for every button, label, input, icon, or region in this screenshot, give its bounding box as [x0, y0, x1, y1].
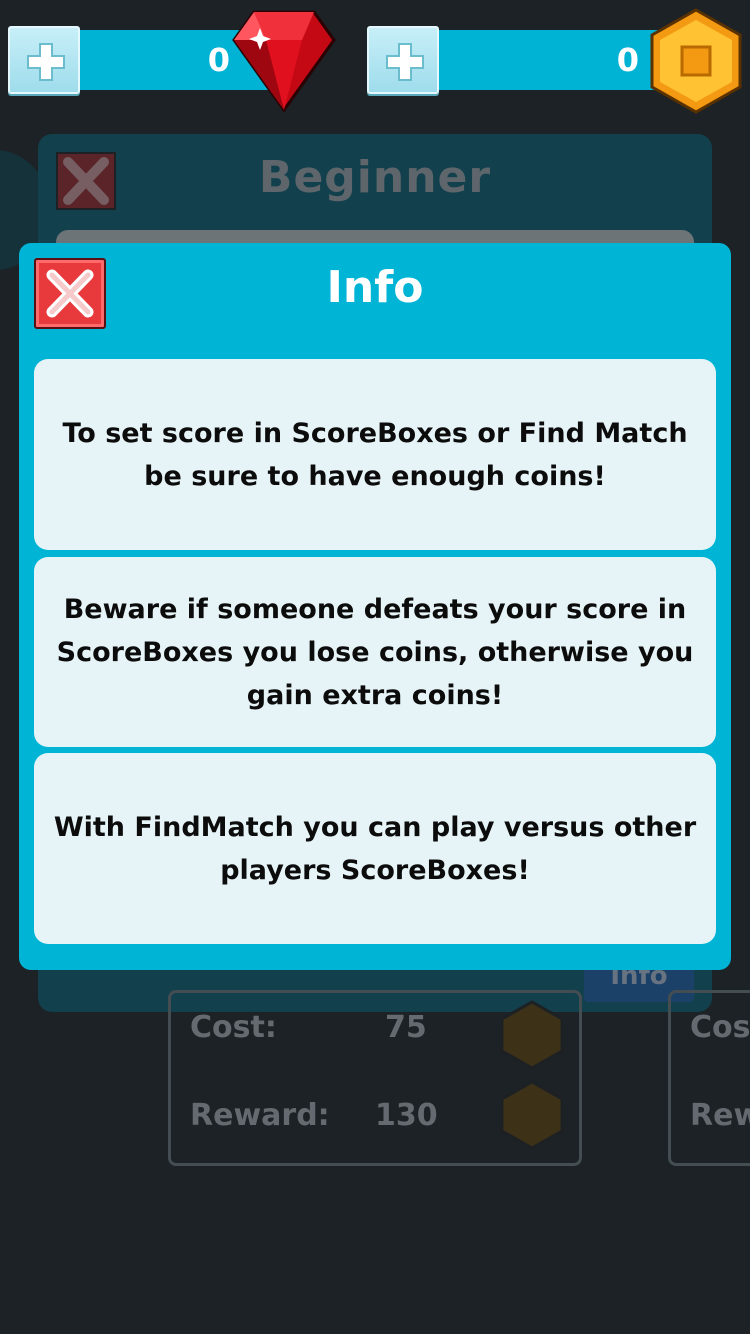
plus-icon — [27, 43, 65, 81]
plus-icon — [386, 43, 424, 81]
info-message: Beware if someone defeats your score in … — [34, 557, 716, 747]
reward-value: 130 — [375, 1098, 438, 1133]
coins-value: 0 — [616, 41, 639, 79]
add-coins-button[interactable] — [367, 26, 439, 94]
add-gems-button[interactable] — [8, 26, 80, 94]
red-gem-icon — [232, 6, 336, 118]
cost-value: 75 — [385, 1010, 427, 1045]
coin-icon — [500, 1080, 564, 1154]
gems-value: 0 — [207, 41, 230, 79]
modal-title: Info — [326, 262, 424, 313]
coins-counter: 0 — [439, 30, 669, 90]
reward-label: Rew — [690, 1098, 750, 1133]
level-title: Beginner — [258, 152, 492, 203]
info-message-text: To set score in ScoreBoxes or Find Match… — [62, 417, 688, 492]
coin-icon — [500, 1000, 564, 1074]
cost-label: Cost: — [190, 1010, 277, 1045]
reward-label: Reward: — [190, 1098, 330, 1133]
info-message: To set score in ScoreBoxes or Find Match… — [34, 359, 716, 550]
gold-coin-icon — [648, 8, 744, 118]
cost-label: Cos — [690, 1010, 750, 1045]
info-message-text: Beware if someone defeats your score in … — [56, 593, 694, 711]
info-message-text: With FindMatch you can play versus other… — [53, 811, 697, 886]
info-message: With FindMatch you can play versus other… — [34, 753, 716, 944]
